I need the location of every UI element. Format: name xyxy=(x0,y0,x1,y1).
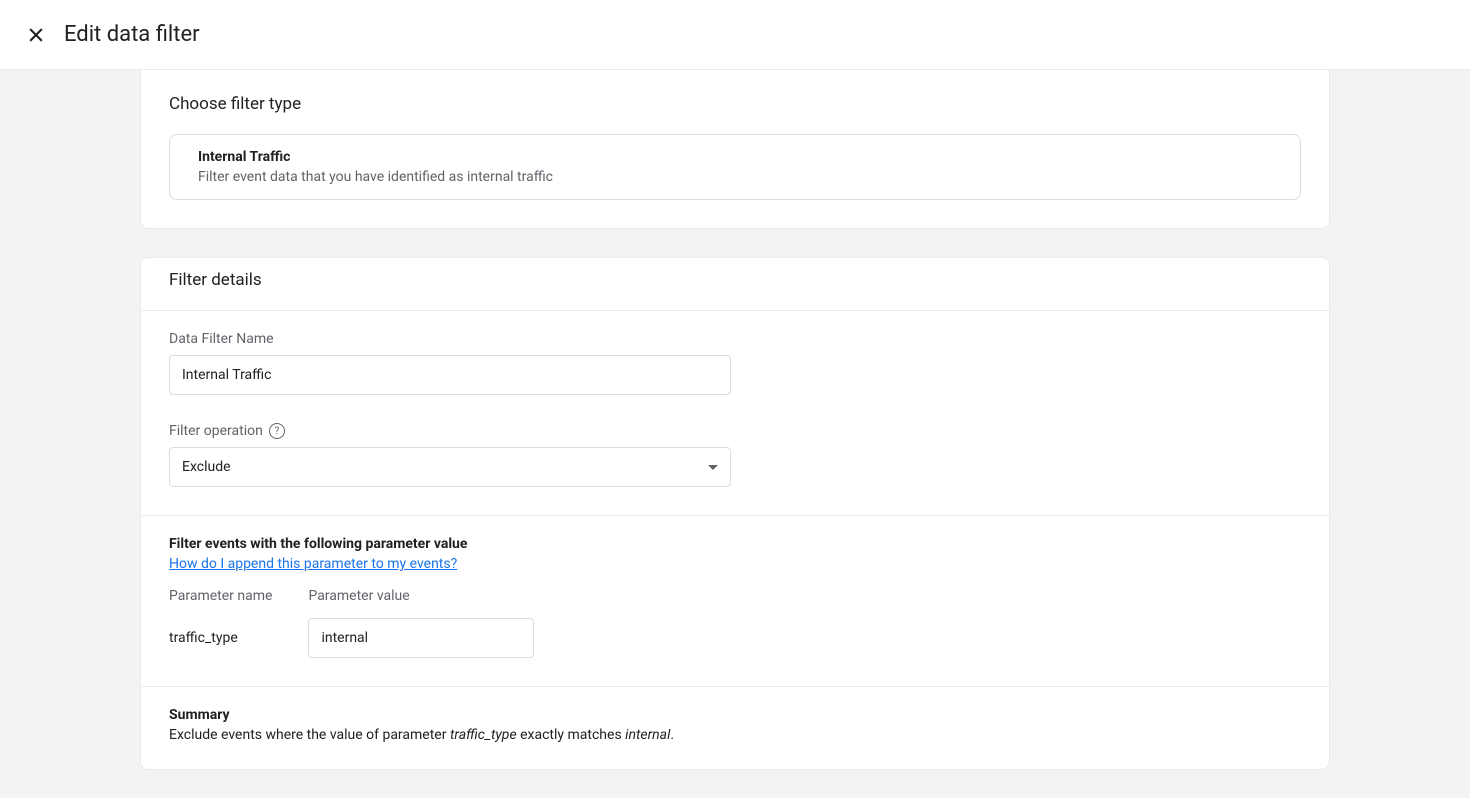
filter-type-description: Filter event data that you have identifi… xyxy=(198,169,1272,185)
summary-value: internal xyxy=(625,727,670,743)
page-header: Edit data filter xyxy=(0,0,1470,70)
parameter-filter-title: Filter events with the following paramet… xyxy=(169,536,1301,552)
close-icon xyxy=(26,25,46,45)
filter-name-input[interactable] xyxy=(169,355,731,395)
filter-details-section-title: Filter details xyxy=(141,258,1329,311)
summary-section: Summary Exclude events where the value o… xyxy=(141,687,1329,769)
summary-middle: exactly matches xyxy=(517,727,626,743)
summary-text: Exclude events where the value of parame… xyxy=(169,727,1301,743)
close-button[interactable] xyxy=(24,23,48,47)
filter-operation-select[interactable]: Exclude xyxy=(169,447,731,487)
parameter-name-value: traffic_type xyxy=(169,618,272,658)
filter-operation-label: Filter operation ? xyxy=(169,423,1301,439)
parameter-filter-section: Filter events with the following paramet… xyxy=(141,516,1329,687)
filter-operation-label-text: Filter operation xyxy=(169,423,263,439)
summary-title: Summary xyxy=(169,707,1301,723)
parameter-value-label: Parameter value xyxy=(308,588,534,604)
filter-type-option[interactable]: Internal Traffic Filter event data that … xyxy=(169,134,1301,200)
parameter-help-link[interactable]: How do I append this parameter to my eve… xyxy=(169,556,457,572)
summary-param: traffic_type xyxy=(450,727,517,743)
filter-type-name: Internal Traffic xyxy=(198,149,1272,165)
filter-operation-field: Filter operation ? Exclude xyxy=(169,423,1301,487)
filter-name-label: Data Filter Name xyxy=(169,331,1301,347)
page-title: Edit data filter xyxy=(64,22,200,47)
filter-name-field: Data Filter Name xyxy=(169,331,1301,395)
chevron-down-icon xyxy=(708,459,718,475)
summary-suffix: . xyxy=(670,727,674,743)
filter-type-section-title: Choose filter type xyxy=(169,70,1301,134)
filter-details-card: Filter details Data Filter Name Filter o… xyxy=(140,257,1330,770)
parameter-name-label: Parameter name xyxy=(169,588,272,604)
filter-operation-value: Exclude xyxy=(182,459,231,475)
parameter-value-column: Parameter value xyxy=(308,588,534,658)
filter-details-section: Data Filter Name Filter operation ? Excl… xyxy=(141,311,1329,516)
parameter-name-column: Parameter name traffic_type xyxy=(169,588,272,658)
parameter-value-input[interactable] xyxy=(308,618,534,658)
filter-type-card: Choose filter type Internal Traffic Filt… xyxy=(140,70,1330,229)
help-icon[interactable]: ? xyxy=(269,423,285,439)
summary-prefix: Exclude events where the value of parame… xyxy=(169,727,450,743)
